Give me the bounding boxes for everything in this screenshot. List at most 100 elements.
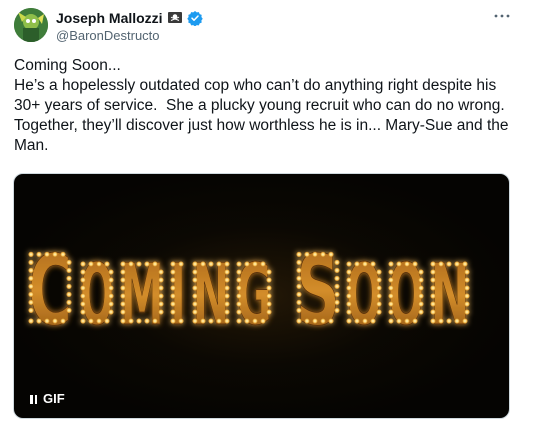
marquee-bulb xyxy=(96,261,102,267)
pause-icon[interactable] xyxy=(30,394,37,404)
marquee-bulb xyxy=(266,277,272,283)
marquee-bulb xyxy=(108,309,114,315)
marquee-bulb xyxy=(28,283,34,289)
marquee-bulb xyxy=(192,318,198,324)
marquee-bulb xyxy=(362,261,368,267)
more-options-button[interactable] xyxy=(492,6,512,26)
marquee-bulb xyxy=(312,318,318,324)
marquee-bulb xyxy=(346,309,352,315)
marquee-bulb xyxy=(178,261,184,267)
marquee-bulb xyxy=(388,318,394,324)
marquee-bulb xyxy=(464,285,470,291)
marquee-bulb xyxy=(208,261,214,267)
marquee-bulb xyxy=(236,309,242,315)
marquee-bulb xyxy=(28,251,34,257)
marquee-bulb xyxy=(388,269,394,275)
marquee-bulb xyxy=(28,318,34,324)
marquee-bulb xyxy=(170,293,176,299)
marquee-bulb xyxy=(376,269,382,275)
marquee-bulb xyxy=(200,318,206,324)
marquee-bulb xyxy=(464,309,470,315)
marquee-bulb xyxy=(412,261,418,267)
marquee-bulb xyxy=(224,301,230,307)
media-gif[interactable]: COMINGSOON GIF xyxy=(13,173,510,419)
author-display-name[interactable]: Joseph Mallozzi xyxy=(56,9,163,27)
marquee-bulb xyxy=(224,318,230,324)
marquee-bulb xyxy=(120,277,126,283)
tweet-card: Joseph Mallozzi @BaronDestructo Coming S… xyxy=(0,0,540,424)
marquee-letter: N xyxy=(430,246,470,344)
marquee-bulb xyxy=(108,269,114,275)
marquee-bulb xyxy=(52,318,58,324)
marquee-bulb xyxy=(60,318,66,324)
gif-label: GIF xyxy=(43,391,65,406)
marquee-bulb xyxy=(438,261,444,267)
tweet-text-line-1: Coming Soon... xyxy=(14,57,121,74)
marquee-bulb xyxy=(28,275,34,281)
marquee-bulb xyxy=(158,293,164,299)
marquee-bulb xyxy=(430,285,436,291)
marquee-bulb xyxy=(44,251,50,257)
marquee-bulb xyxy=(192,285,198,291)
marquee-bulb xyxy=(334,307,340,313)
author-name-row[interactable]: Joseph Mallozzi xyxy=(56,9,203,27)
gif-badge[interactable]: GIF xyxy=(30,392,65,406)
marquee-bulb xyxy=(236,277,242,283)
marquee-bulb xyxy=(192,261,198,267)
marquee-bulb xyxy=(128,261,134,267)
marquee-bulb xyxy=(120,301,126,307)
marquee-bulb xyxy=(224,269,230,275)
marquee-bulb xyxy=(454,318,460,324)
marquee-bulb xyxy=(418,269,424,275)
marquee-bulb xyxy=(60,251,66,257)
avatar[interactable] xyxy=(14,8,48,42)
marquee-bulb xyxy=(120,293,126,299)
marquee-bulb xyxy=(362,318,368,324)
marquee-bulb xyxy=(376,277,382,283)
marquee-bulb xyxy=(334,283,340,289)
marquee-bulb xyxy=(454,261,460,267)
marquee-bulb xyxy=(88,261,94,267)
marquee-bulb xyxy=(192,277,198,283)
marquee-bulb xyxy=(346,301,352,307)
marquee-bulb xyxy=(120,318,126,324)
marquee-bulb xyxy=(346,261,352,267)
marquee-bulb xyxy=(328,251,334,257)
marquee-bulb xyxy=(108,277,114,283)
more-dots-icon xyxy=(494,14,510,18)
marquee-bulb xyxy=(170,309,176,315)
marquee-bulb xyxy=(370,261,376,267)
marquee-letter: N xyxy=(192,246,230,344)
marquee-bulb xyxy=(136,261,142,267)
marquee-bulb xyxy=(128,318,134,324)
marquee-bulb xyxy=(192,309,198,315)
marquee-bulb xyxy=(208,318,214,324)
marquee-bulb xyxy=(404,318,410,324)
marquee-bulb xyxy=(388,301,394,307)
marquee-bulb xyxy=(136,318,142,324)
marquee-bulb xyxy=(236,301,242,307)
marquee-bulb xyxy=(52,251,58,257)
marquee-bulb xyxy=(312,251,318,257)
marquee-bulb xyxy=(236,318,242,324)
marquee-bulb xyxy=(158,309,164,315)
marquee-bulb xyxy=(418,301,424,307)
marquee-bulb xyxy=(66,267,72,273)
author-handle[interactable]: @BaronDestructo xyxy=(56,27,160,44)
marquee-bulb xyxy=(44,318,50,324)
marquee-bulb xyxy=(388,277,394,283)
marquee-bulb xyxy=(464,301,470,307)
marquee-bulb xyxy=(170,261,176,267)
marquee-bulb xyxy=(462,318,468,324)
marquee-bulb xyxy=(108,293,114,299)
marquee-bulb xyxy=(120,269,126,275)
marquee-bulb xyxy=(28,267,34,273)
marquee-bulb xyxy=(108,301,114,307)
marquee-bulb xyxy=(446,261,452,267)
marquee-bulb xyxy=(80,277,86,283)
marquee-bulb xyxy=(80,301,86,307)
marquee-bulb xyxy=(418,277,424,283)
marquee-bulb xyxy=(430,269,436,275)
marquee-bulb xyxy=(120,309,126,315)
marquee-bulb xyxy=(304,318,310,324)
